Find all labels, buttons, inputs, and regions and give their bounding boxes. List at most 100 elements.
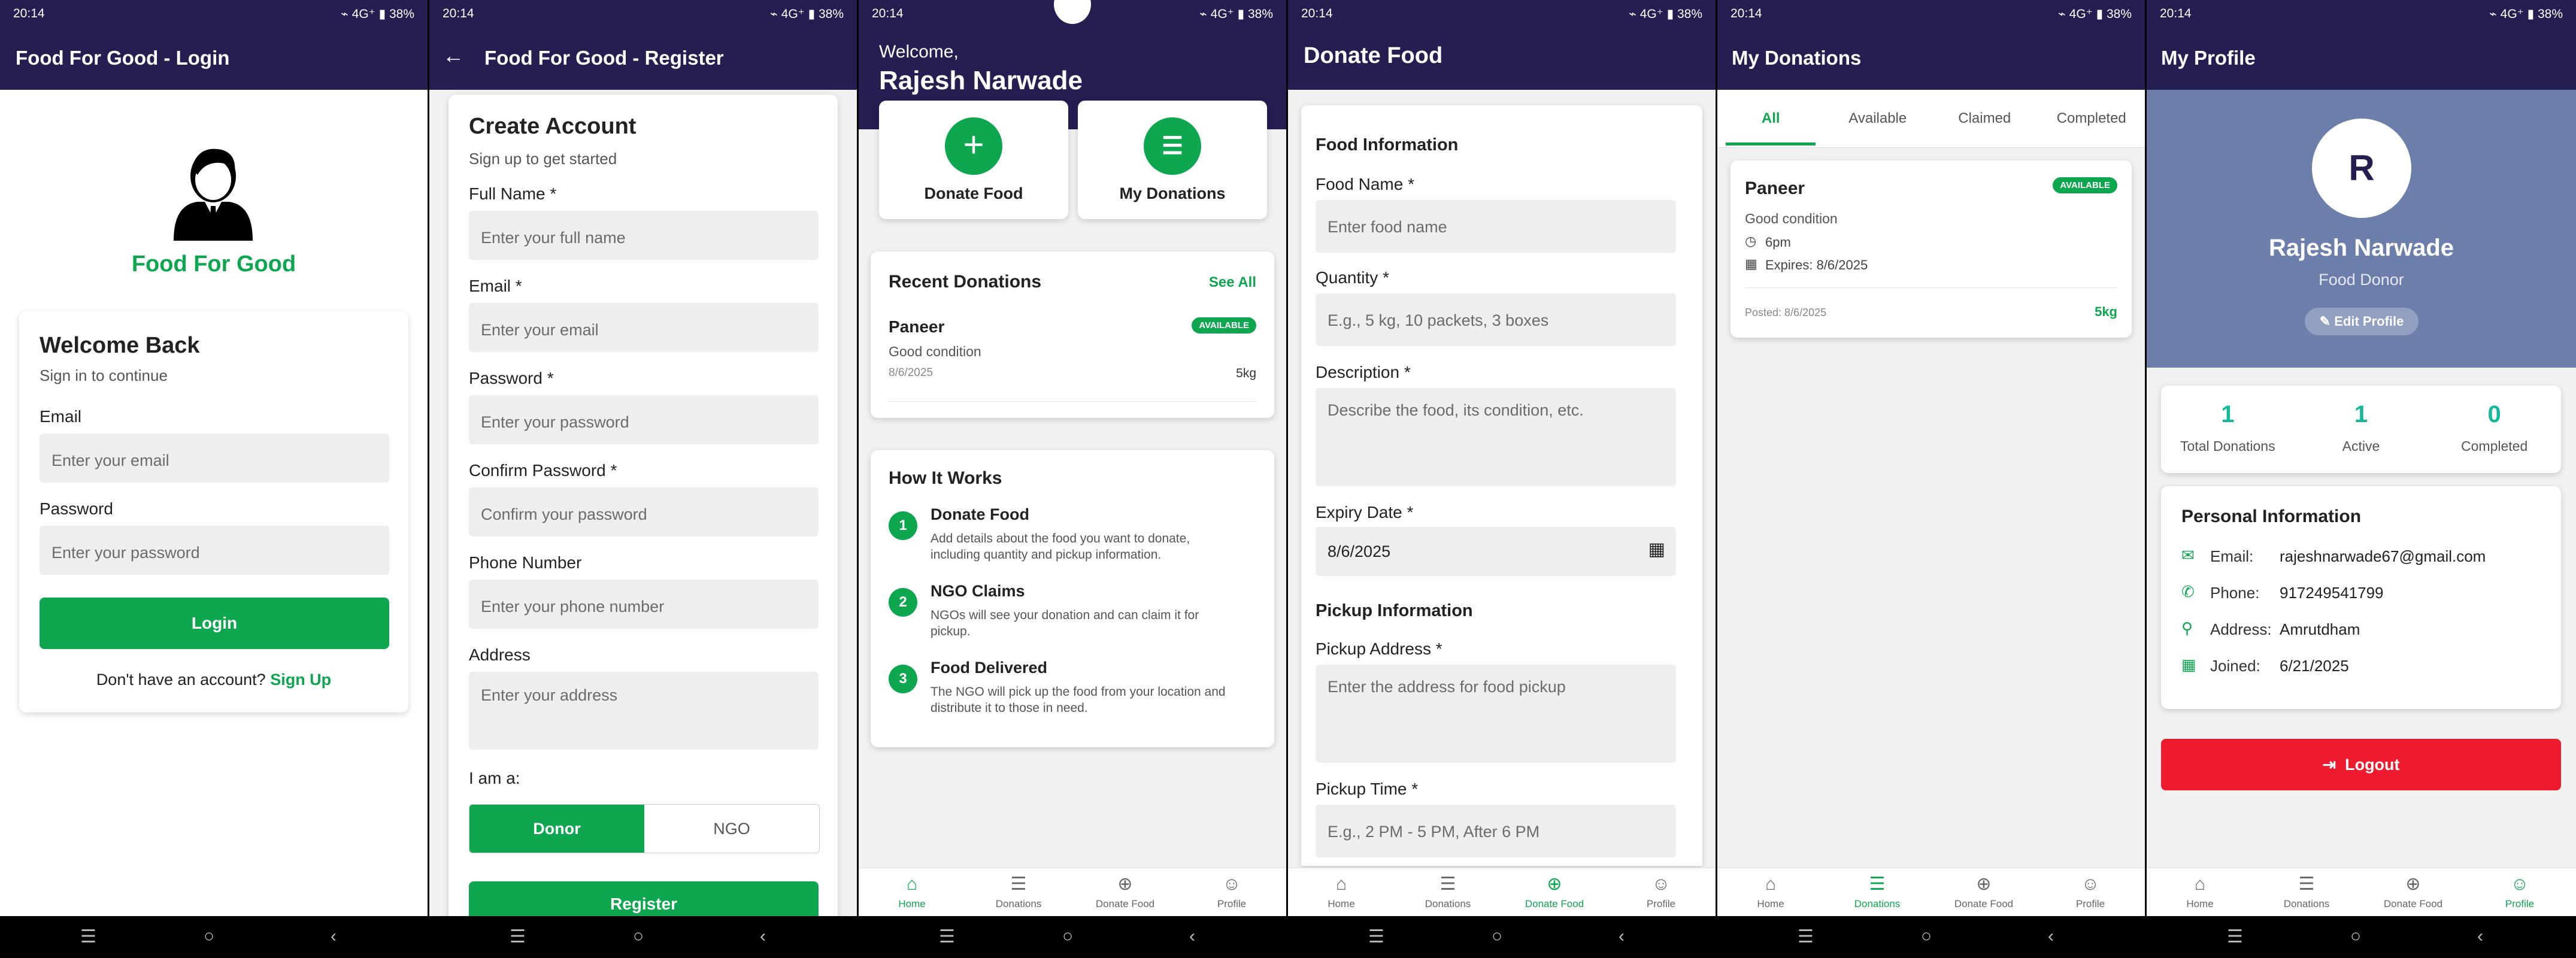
nav-profile[interactable]: ☺ Profile (2466, 874, 2573, 910)
ngo-option[interactable]: NGO (644, 805, 819, 853)
nav-home[interactable]: ⌂ Home (1288, 874, 1395, 910)
nav-donations[interactable]: ☰ Donations (1824, 874, 1931, 910)
register-input[interactable]: Enter your phone number (469, 580, 819, 629)
recent-item[interactable]: Paneer AVAILABLE Good condition 8/6/2025… (889, 317, 1256, 402)
info-value: 917249541799 (2280, 584, 2384, 602)
home-circle-icon[interactable]: ○ (204, 926, 214, 947)
list-icon: ☰ (1439, 874, 1456, 894)
calendar-icon[interactable]: ▦ (1648, 539, 1665, 560)
nav-home[interactable]: ⌂ Home (1717, 874, 1824, 910)
quantity-input[interactable]: E.g., 5 kg, 10 packets, 3 boxes (1316, 293, 1676, 346)
menu-icon[interactable]: ☰ (939, 926, 955, 947)
menu-icon[interactable]: ☰ (510, 926, 526, 947)
nav-donate-food[interactable]: ⊕ Donate Food (2360, 874, 2466, 910)
back-icon[interactable]: ‹ (2477, 926, 2483, 947)
stat-label: Total Donations (2180, 438, 2275, 454)
status-bar: 20:14 ⌁ 4G⁺ ▮ 38% (1717, 0, 2145, 28)
nav-home[interactable]: ⌂ Home (859, 874, 965, 910)
nav-donate-food[interactable]: ⊕ Donate Food (1931, 874, 2037, 910)
logout-icon: ⇥ (2322, 756, 2336, 774)
home-circle-icon[interactable]: ○ (633, 926, 644, 947)
screen-title: Food For Good - Login (16, 47, 230, 69)
person-icon: ☺ (2081, 874, 2100, 894)
description-input[interactable]: Describe the food, its condition, etc. (1316, 388, 1676, 486)
donor-option[interactable]: Donor (469, 805, 644, 853)
donate-food-action[interactable]: + Donate Food (879, 101, 1068, 219)
nav-donations[interactable]: ☰ Donations (1395, 874, 1501, 910)
step-title: Donate Food (931, 505, 1029, 523)
system-nav: ☰ ○ ‹ (2147, 916, 2576, 958)
back-icon[interactable]: ‹ (1619, 926, 1625, 947)
food-name-input[interactable]: Enter food name (1316, 200, 1676, 253)
status-bar: 20:14 ⌁ 4G⁺ ▮ 38% (2147, 0, 2576, 28)
nav-donations[interactable]: ☰ Donations (2253, 874, 2360, 910)
nav-donate-food[interactable]: ⊕ Donate Food (1501, 874, 1608, 910)
login-button[interactable]: Login (40, 598, 389, 649)
list-icon: ☰ (1144, 117, 1201, 175)
info-key: Phone: (2210, 584, 2260, 602)
register-input[interactable]: Enter your address (469, 672, 819, 750)
menu-icon[interactable]: ☰ (80, 926, 96, 947)
logout-button[interactable]: ⇥ Logout (2161, 739, 2561, 790)
field-label: Confirm Password * (469, 461, 617, 480)
menu-icon[interactable]: ☰ (1798, 926, 1814, 947)
login-subtitle: Sign in to continue (40, 366, 168, 384)
tab-available[interactable]: Available (1825, 110, 1932, 127)
bottom-nav: ⌂ Home ☰ Donations ⊕ Donate Food ☺ Profile (859, 868, 1286, 916)
profile-header: R Rajesh Narwade Food Donor ✎ Edit Profi… (2147, 90, 2576, 368)
tab-completed[interactable]: Completed (2038, 110, 2145, 127)
stat-label: Completed (2461, 438, 2528, 454)
register-input[interactable]: Confirm your password (469, 487, 819, 536)
nav-profile[interactable]: ☺ Profile (1608, 874, 1714, 910)
back-arrow-icon[interactable]: ← (443, 43, 464, 68)
role-toggle: Donor NGO (469, 804, 820, 853)
see-all-link[interactable]: See All (1209, 274, 1256, 291)
tab-all[interactable]: All (1717, 110, 1825, 127)
back-icon[interactable]: ‹ (1189, 926, 1195, 947)
back-icon[interactable]: ‹ (760, 926, 766, 947)
pickup-time-label: Pickup Time * (1316, 780, 1419, 798)
food-name-label: Food Name * (1316, 175, 1414, 193)
home-circle-icon[interactable]: ○ (1921, 926, 1932, 947)
step-number: 1 (889, 511, 917, 540)
back-icon[interactable]: ‹ (331, 926, 337, 947)
tab-claimed[interactable]: Claimed (1931, 110, 2038, 127)
clock-icon: ◷ (1745, 234, 1757, 248)
profile-screen: 20:14 ⌁ 4G⁺ ▮ 38% My Profile R Rajesh Nar… (2147, 0, 2576, 958)
pickup-time-input[interactable]: E.g., 2 PM - 5 PM, After 6 PM (1316, 805, 1676, 857)
app-bar: Food For Good - Login (0, 28, 428, 90)
profile-role: Food Donor (2319, 271, 2404, 289)
home-circle-icon[interactable]: ○ (1492, 926, 1502, 947)
register-input[interactable]: Enter your email (469, 303, 819, 352)
email-input[interactable]: Enter your email (40, 433, 389, 483)
nav-donations[interactable]: ☰ Donations (965, 874, 1072, 910)
step-description: NGOs will see your donation and can clai… (931, 608, 1199, 638)
signup-link[interactable]: Sign Up (270, 671, 331, 689)
pickup-address-input[interactable]: Enter the address for food pickup (1316, 665, 1676, 763)
status-badge: AVAILABLE (1192, 317, 1256, 334)
register-input[interactable]: Enter your full name (469, 211, 819, 260)
edit-profile-button[interactable]: ✎ Edit Profile (2305, 308, 2419, 335)
recent-title: Recent Donations (889, 272, 1042, 292)
signup-prompt: Don't have an account? Sign Up (96, 671, 332, 689)
back-icon[interactable]: ‹ (2048, 926, 2054, 947)
menu-icon[interactable]: ☰ (1368, 926, 1384, 947)
donate-screen: 20:14 ⌁ 4G⁺ ▮ 38% Donate Food Food Inform… (1288, 0, 1716, 958)
donation-card[interactable]: Paneer AVAILABLE Good condition ◷ 6pm ▦ … (1731, 160, 2132, 338)
phone-icon: ✆ (2181, 583, 2195, 601)
password-input[interactable]: Enter your password (40, 526, 389, 575)
nav-profile[interactable]: ☺ Profile (2037, 874, 2144, 910)
expiry-date-input[interactable]: 8/6/2025 ▦ (1316, 527, 1676, 576)
register-input[interactable]: Enter your password (469, 395, 819, 444)
login-screen: 20:14 ⌁ 4G⁺ ▮ 38% Food For Good - Login F… (0, 0, 428, 958)
menu-icon[interactable]: ☰ (2227, 926, 2243, 947)
avatar: R (2312, 119, 2411, 218)
home-icon: ⌂ (1335, 874, 1347, 894)
nav-donate-food[interactable]: ⊕ Donate Food (1072, 874, 1178, 910)
nav-profile[interactable]: ☺ Profile (1178, 874, 1285, 910)
home-circle-icon[interactable]: ○ (1062, 926, 1073, 947)
my-donations-action[interactable]: ☰ My Donations (1078, 101, 1267, 219)
nav-home[interactable]: ⌂ Home (2147, 874, 2253, 910)
stat-value: 1 (2354, 401, 2368, 428)
home-circle-icon[interactable]: ○ (2350, 926, 2361, 947)
